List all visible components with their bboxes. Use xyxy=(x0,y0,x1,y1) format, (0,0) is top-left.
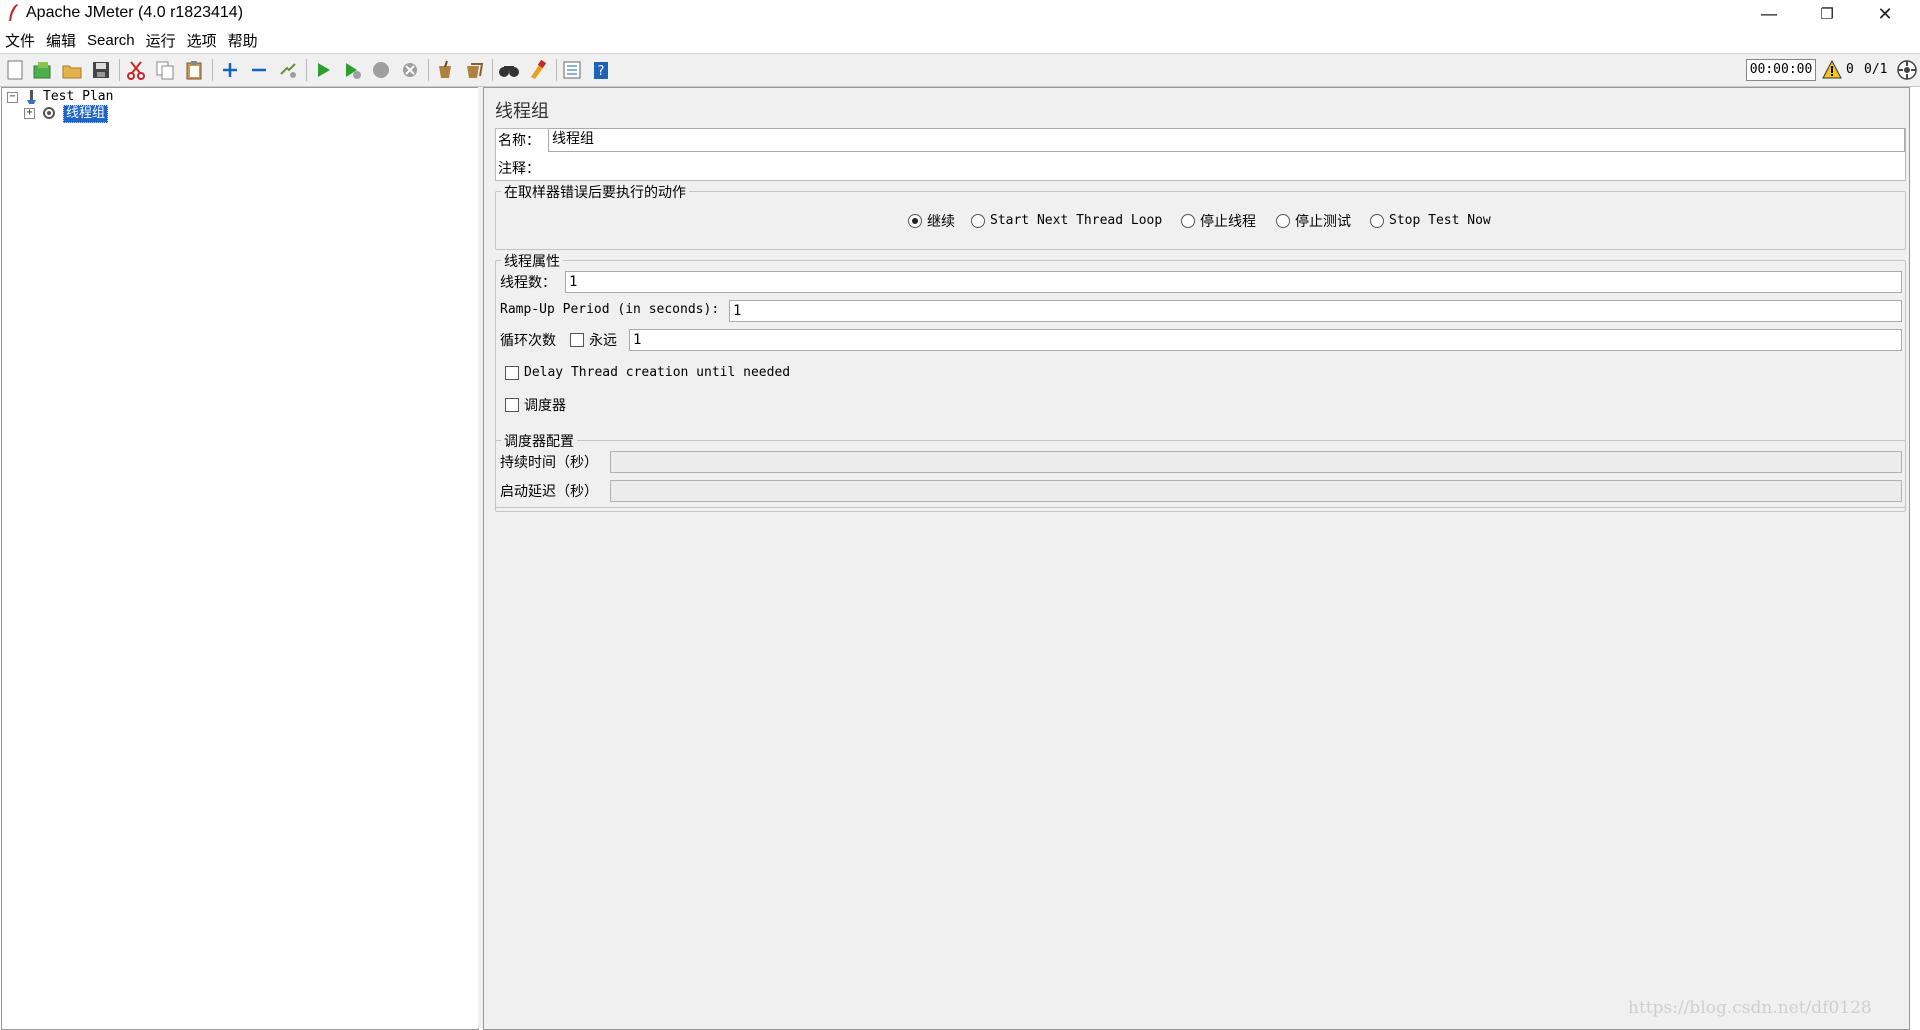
threads-input[interactable]: 1 xyxy=(565,271,1902,293)
threads-label: 线程数： xyxy=(500,275,556,291)
startup-delay-label: 启动延迟（秒） xyxy=(500,484,598,500)
tree-node-label: Test Plan xyxy=(43,89,114,104)
svg-text:?: ? xyxy=(598,64,605,79)
expand-node-icon[interactable]: + xyxy=(24,108,35,119)
shutdown-icon[interactable] xyxy=(398,58,422,82)
paste-icon[interactable] xyxy=(182,58,206,82)
startup-delay-input[interactable] xyxy=(610,480,1902,502)
radio-start-next-loop-label: Start Next Thread Loop xyxy=(990,213,1163,228)
scheduler-config-title: 调度器配置 xyxy=(501,431,577,451)
warning-icon[interactable] xyxy=(1822,60,1842,79)
forever-label: 永远 xyxy=(589,333,617,349)
scheduler-label: 调度器 xyxy=(524,398,566,414)
loop-count-label: 循环次数 xyxy=(500,333,556,349)
radio-stop-test-now[interactable] xyxy=(1370,214,1384,228)
radio-stop-test[interactable] xyxy=(1276,214,1290,228)
radio-continue-label: 继续 xyxy=(927,214,955,230)
menu-search[interactable]: Search xyxy=(82,32,141,49)
comment-input[interactable] xyxy=(548,156,1905,180)
duration-input[interactable] xyxy=(610,451,1902,473)
active-thread-count: 0/1 xyxy=(1864,62,1888,77)
name-label: 名称： xyxy=(498,133,540,149)
radio-continue[interactable] xyxy=(908,214,922,228)
minimize-button[interactable]: — xyxy=(1740,0,1798,28)
radio-stop-test-now-label: Stop Test Now xyxy=(1389,213,1491,228)
duration-label: 持续时间（秒） xyxy=(500,455,598,471)
loop-count-input[interactable]: 1 xyxy=(629,329,1902,351)
start-no-pauses-icon[interactable] xyxy=(340,58,364,82)
open-icon[interactable] xyxy=(60,58,84,82)
save-icon[interactable] xyxy=(89,58,113,82)
comment-label: 注释： xyxy=(498,161,540,177)
forever-checkbox[interactable] xyxy=(570,333,584,347)
close-button[interactable]: ✕ xyxy=(1856,0,1914,28)
restore-button[interactable]: ❐ xyxy=(1798,0,1856,28)
watermark-text: https://blog.csdn.net/df0128 xyxy=(1628,998,1872,1018)
templates-icon[interactable] xyxy=(30,58,54,82)
title-bar: Apache JMeter (4.0 r1823414) — ❐ ✕ xyxy=(0,0,1920,28)
collapse-node-icon[interactable]: − xyxy=(7,92,18,103)
delay-thread-label: Delay Thread creation until needed xyxy=(524,365,791,380)
search-icon[interactable] xyxy=(497,58,521,82)
radio-stop-test-label: 停止测试 xyxy=(1295,214,1351,230)
menu-help[interactable]: 帮助 xyxy=(223,30,264,51)
clear-all-icon[interactable] xyxy=(462,58,486,82)
window-title: Apache JMeter (4.0 r1823414) xyxy=(26,4,244,21)
toggle-icon[interactable] xyxy=(276,58,300,82)
radio-start-next-loop[interactable] xyxy=(971,214,985,228)
help-icon[interactable]: ? xyxy=(589,58,613,82)
new-icon[interactable] xyxy=(3,58,27,82)
collapse-icon[interactable] xyxy=(247,58,271,82)
rampup-input[interactable]: 1 xyxy=(729,300,1902,322)
expand-icon[interactable] xyxy=(218,58,242,82)
elapsed-timer: 00:00:00 xyxy=(1746,59,1816,81)
thread-group-gear-icon xyxy=(43,107,55,119)
run-status-icon xyxy=(1897,60,1917,80)
menu-run[interactable]: 运行 xyxy=(141,30,182,51)
panel-title: 线程组 xyxy=(495,101,549,122)
thread-group-panel: 线程组 名称： 线程组 注释： 在取样器错误后要执行的动作 继续 Start N… xyxy=(483,87,1910,1030)
menu-bar: 文件 编辑 Search 运行 选项 帮助 xyxy=(0,28,1920,52)
menu-file[interactable]: 文件 xyxy=(0,30,41,51)
clear-icon[interactable] xyxy=(433,58,457,82)
delay-thread-checkbox[interactable] xyxy=(505,366,519,380)
scheduler-checkbox[interactable] xyxy=(505,398,519,412)
rampup-label: Ramp-Up Period (in seconds): xyxy=(500,302,720,317)
sampler-error-title: 在取样器错误后要执行的动作 xyxy=(501,182,689,202)
warning-count: 0 xyxy=(1846,62,1854,77)
toolbar: ? 00:00:00 0 0/1 xyxy=(0,53,1920,87)
start-icon[interactable] xyxy=(311,58,335,82)
reset-search-icon[interactable] xyxy=(526,58,550,82)
function-helper-icon[interactable] xyxy=(560,58,584,82)
test-plan-icon xyxy=(27,90,36,104)
jmeter-feather-icon xyxy=(9,4,18,21)
thread-properties-title: 线程属性 xyxy=(501,251,563,271)
tree-node-label-selected: 线程组 xyxy=(63,105,109,123)
stop-icon[interactable] xyxy=(369,58,393,82)
name-input[interactable]: 线程组 xyxy=(548,128,1905,152)
copy-icon[interactable] xyxy=(153,58,177,82)
cut-icon[interactable] xyxy=(124,58,148,82)
radio-stop-thread[interactable] xyxy=(1181,214,1195,228)
test-plan-tree[interactable]: − Test Plan + 线程组 xyxy=(1,87,479,1030)
radio-stop-thread-label: 停止线程 xyxy=(1200,214,1256,230)
menu-edit[interactable]: 编辑 xyxy=(41,30,82,51)
menu-options[interactable]: 选项 xyxy=(182,30,223,51)
